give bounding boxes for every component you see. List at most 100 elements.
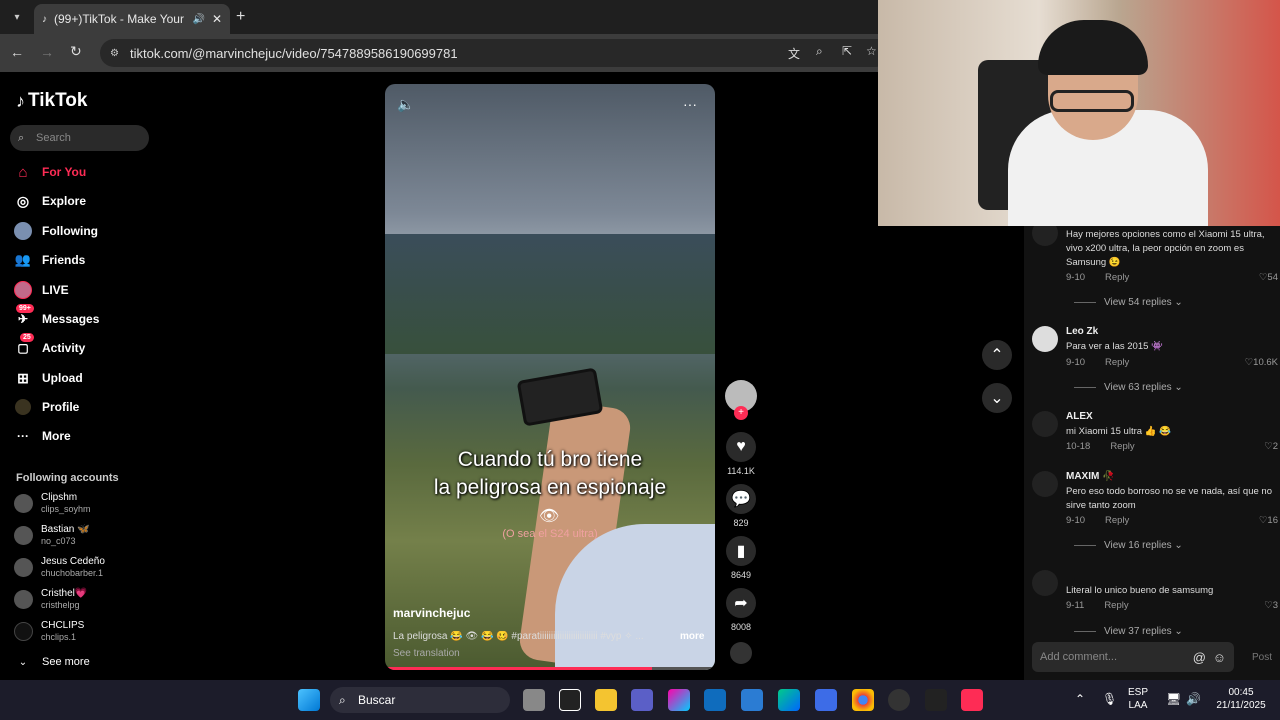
mention-icon[interactable]: @ (1193, 650, 1206, 665)
comment-user[interactable]: MAXIM 🥀 (1066, 471, 1115, 482)
video-author[interactable]: marvinchejuc (393, 606, 470, 620)
clock[interactable]: 00:45 21/11/2025 (1210, 686, 1272, 712)
tab-list-icon[interactable]: ▾ (8, 8, 26, 26)
author-avatar-button[interactable]: + (723, 380, 759, 420)
comment-text: Hay mejores opciones como el Xiaomi 15 u… (1066, 229, 1265, 268)
nav-for-you[interactable]: ⌂ For You (14, 160, 154, 184)
like-button[interactable]: ♥ 114.1K (723, 432, 759, 476)
bookmark-star-icon[interactable]: ☆ (866, 44, 877, 58)
follow-plus-icon[interactable]: + (734, 406, 748, 420)
windows-start-icon[interactable] (298, 689, 320, 711)
reply-button[interactable]: Reply (1105, 272, 1129, 283)
app-icon[interactable] (559, 689, 581, 711)
close-tab-icon[interactable]: ✕ (212, 12, 222, 26)
new-tab-icon[interactable]: + (236, 8, 245, 26)
file-explorer-icon[interactable] (595, 689, 617, 711)
account-item[interactable]: Bastian 🦋 no_c073 (14, 521, 154, 549)
taskbar-search[interactable]: ⌕ Buscar (330, 687, 510, 713)
network-icon[interactable]: 🖥 (1166, 692, 1181, 706)
add-comment-input[interactable]: Add comment... @ ☺ (1032, 642, 1234, 672)
live-avatar (14, 281, 32, 299)
chevron-up-icon[interactable]: ⌃ (1075, 692, 1085, 706)
nav-profile[interactable]: Profile (14, 395, 154, 419)
avatar[interactable] (1032, 326, 1058, 352)
tiktok-app-icon[interactable] (961, 689, 983, 711)
see-more-button[interactable]: ⌄ See more (14, 650, 154, 674)
microphone-icon[interactable]: 🎙 (1102, 692, 1117, 706)
app-icon[interactable] (888, 689, 910, 711)
chrome-icon[interactable] (852, 689, 874, 711)
language-indicator[interactable]: ESP LAA (1128, 686, 1148, 712)
view-replies-button[interactable]: View 37 replies ⌄ (1074, 626, 1183, 637)
tiktok-logo[interactable]: ♪ TikTok (16, 90, 87, 112)
nav-explore[interactable]: ◎ Explore (14, 189, 154, 213)
next-video-button[interactable]: ⌄ (982, 383, 1012, 413)
copilot-icon[interactable] (668, 689, 690, 711)
outlook-icon[interactable] (704, 689, 726, 711)
volume-icon[interactable]: 🔊 (1186, 692, 1201, 706)
back-icon[interactable]: ← (10, 44, 24, 60)
app-icon[interactable] (815, 689, 837, 711)
avatar (14, 525, 33, 545)
url-field[interactable]: ⚙ tiktok.com/@marvinchejuc/video/7547889… (100, 39, 890, 67)
browser-tab[interactable]: ♪ (99+)TikTok - Make Your Day 🔊 ✕ (34, 4, 230, 34)
video-progress[interactable] (385, 667, 715, 670)
nav-following[interactable]: Following (14, 219, 154, 243)
comment-user[interactable]: ALEX (1066, 411, 1093, 422)
nav-more[interactable]: ··· More (14, 424, 154, 448)
search-input[interactable]: ⌕ Search (10, 125, 149, 151)
reply-button[interactable]: Reply (1104, 600, 1128, 611)
account-item[interactable]: Jesus Cedeño chuchobarber.1 (14, 553, 154, 581)
emoji-icon[interactable]: ☺ (1213, 650, 1226, 665)
comment-button[interactable]: 💬 829 (723, 484, 759, 528)
account-item[interactable]: CHCLIPS chclips.1 (14, 617, 154, 645)
avatar[interactable] (1032, 570, 1058, 596)
more-options-icon[interactable]: ··· (683, 96, 697, 112)
comment-like-button[interactable]: ♡3 (1264, 600, 1278, 611)
teams-icon[interactable] (631, 689, 653, 711)
view-replies-button[interactable]: View 16 replies ⌄ (1074, 540, 1183, 551)
mute-icon[interactable]: 🔈 (397, 96, 414, 113)
nav-activity[interactable]: ▢ 25 Activity (14, 333, 154, 360)
date: 21/11/2025 (1216, 700, 1266, 711)
forward-icon[interactable]: → (40, 44, 54, 60)
zoom-icon[interactable]: ⌕ (816, 44, 823, 59)
comment-user[interactable]: Leo Zk (1066, 326, 1098, 337)
store-icon[interactable] (741, 689, 763, 711)
avatar[interactable] (1032, 471, 1058, 497)
video-player[interactable]: 🔈 ··· Cuando tú bro tiene la peligrosa e… (385, 84, 715, 670)
view-replies-button[interactable]: View 54 replies ⌄ (1074, 297, 1183, 308)
comment-like-button[interactable]: ♡16 (1259, 515, 1278, 526)
account-item[interactable]: Cristhel💗 cristhelpg (14, 585, 154, 613)
previous-video-button[interactable]: ⌃ (982, 340, 1012, 370)
share-button[interactable]: ➦ 8008 (723, 588, 759, 632)
reply-button[interactable]: Reply (1105, 515, 1129, 526)
edge-icon[interactable] (778, 689, 800, 711)
avatar[interactable] (1032, 226, 1058, 246)
view-replies-button[interactable]: View 63 replies ⌄ (1074, 382, 1183, 393)
see-translation-link[interactable]: See translation (393, 648, 460, 659)
speaker-icon[interactable]: 🔊 (192, 14, 204, 25)
post-button[interactable]: Post (1252, 652, 1272, 663)
reply-button[interactable]: Reply (1110, 441, 1134, 452)
comment-like-button[interactable]: ♡2 (1264, 441, 1278, 452)
task-view-icon[interactable] (523, 689, 545, 711)
comment-like-button[interactable]: ♡10.6K (1245, 357, 1278, 368)
reply-button[interactable]: Reply (1105, 357, 1129, 368)
nav-upload[interactable]: ⊞ Upload (14, 366, 154, 390)
more-link[interactable]: more (680, 631, 704, 642)
translate-icon[interactable]: 文 (788, 45, 800, 62)
avatar[interactable] (1032, 411, 1058, 437)
account-item[interactable]: Clipshm clips_soyhm (14, 489, 154, 517)
nav-live[interactable]: LIVE (14, 278, 154, 302)
nav-messages[interactable]: ✈ 99+ Messages (14, 304, 154, 331)
site-info-icon[interactable]: ⚙ (110, 48, 119, 59)
nav-friends[interactable]: 👥 Friends (14, 248, 154, 272)
sound-disc-button[interactable] (723, 642, 759, 664)
install-icon[interactable]: ⇱ (842, 44, 852, 58)
save-button[interactable]: ▮ 8649 (723, 536, 759, 580)
capcut-icon[interactable] (925, 689, 947, 711)
comment-like-button[interactable]: ♡54 (1259, 272, 1278, 283)
heart-outline-icon: ♡ (1264, 600, 1273, 611)
reload-icon[interactable]: ↻ (70, 43, 82, 60)
